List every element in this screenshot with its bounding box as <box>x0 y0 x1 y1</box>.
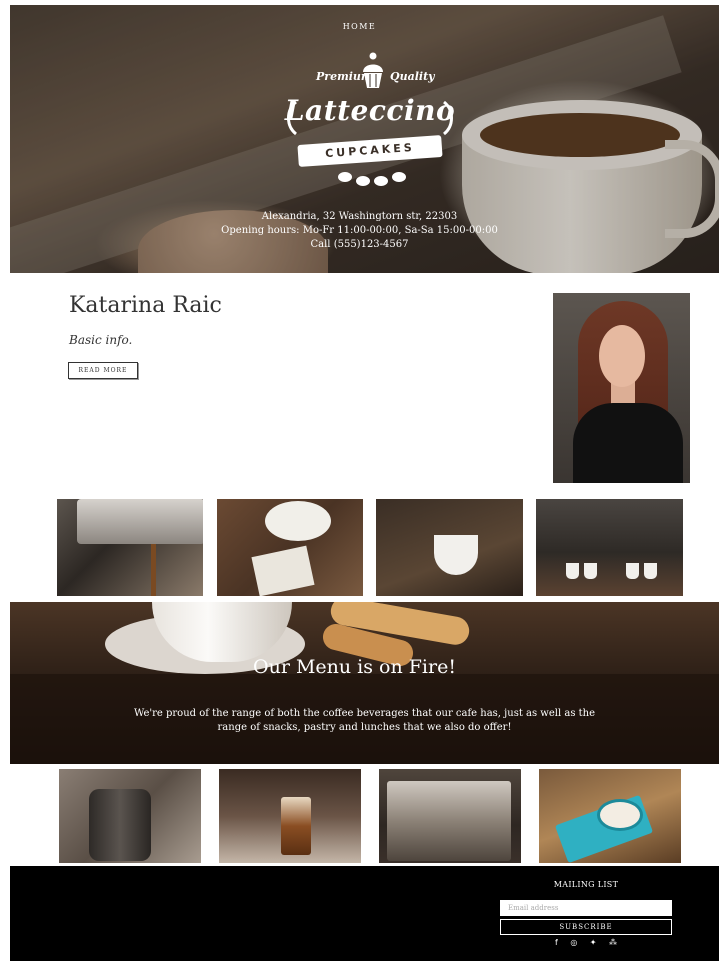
subscribe-button[interactable]: SUBSCRIBE <box>500 919 672 935</box>
hero-phone: Call (555)123-4567 <box>310 239 409 250</box>
hero-address: Alexandria, 32 Washingtorn str, 22303 <box>261 211 458 222</box>
profile-subtitle: Basic info. <box>69 333 133 347</box>
gallery-image-pour-over[interactable] <box>376 499 523 596</box>
gallery-image-barista-cups[interactable] <box>536 499 683 596</box>
profile-portrait <box>553 293 690 483</box>
mailing-list-title: MAILING LIST <box>553 880 619 889</box>
gallery-image-latte-art[interactable] <box>539 769 681 863</box>
nav-home-link[interactable]: HOME <box>0 22 719 31</box>
gallery-image-iced-coffee[interactable] <box>219 769 361 863</box>
instagram-icon[interactable]: ◎ <box>570 938 577 947</box>
coffee-bean-icon <box>338 172 352 182</box>
menu-banner <box>10 602 719 764</box>
coffee-bean-icon <box>356 176 370 186</box>
read-more-button[interactable]: READ MORE <box>68 362 138 379</box>
gallery-image-moka-pot[interactable] <box>59 769 201 863</box>
hero-opening-hours: Opening hours: Mo-Fr 11:00-00:00, Sa-Sa … <box>221 225 498 236</box>
profile-name: Katarina Raic <box>69 293 222 318</box>
logo-brand-name: Latteccino <box>284 94 456 127</box>
logo-ribbon: CUPCAKES <box>297 135 443 167</box>
logo-quality-text: Quality <box>390 70 435 83</box>
laurel-right-icon <box>442 100 453 136</box>
menu-title: Our Menu is on Fire! <box>253 656 456 678</box>
gallery-image-espresso-machine[interactable] <box>379 769 521 863</box>
email-field[interactable] <box>500 900 672 916</box>
cupcake-icon <box>363 52 383 88</box>
gallery-image-table-writing[interactable] <box>217 499 363 596</box>
coffee-bean-icon <box>374 176 388 186</box>
coffee-bean-icon <box>392 172 406 182</box>
social-links: f ◎ ✦ ⁂ <box>555 938 617 947</box>
menu-description: We're proud of the range of both the cof… <box>133 708 595 733</box>
brand-logo[interactable]: Premium Quality Latteccino CUPCAKES <box>280 48 460 198</box>
people-icon[interactable]: ⁂ <box>609 938 617 947</box>
twitter-icon[interactable]: ✦ <box>590 938 597 947</box>
gallery-image-espresso-pour[interactable] <box>57 499 203 596</box>
facebook-icon[interactable]: f <box>555 938 558 947</box>
